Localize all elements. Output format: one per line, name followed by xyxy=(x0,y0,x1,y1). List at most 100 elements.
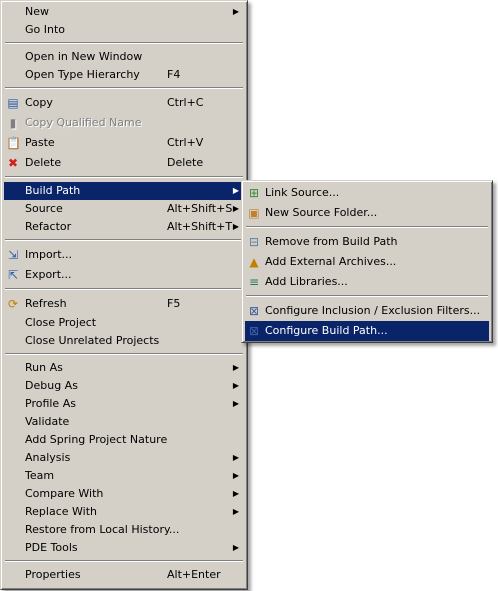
shortcut-label: Ctrl+V xyxy=(167,136,204,149)
remove-from-build-path-icon: ⊟ xyxy=(248,235,260,249)
refresh-icon: ⟳ xyxy=(7,297,19,311)
menu-item-label: Refactor xyxy=(25,220,72,233)
menu-item-open-in-new-window[interactable]: Open in New Window xyxy=(4,48,244,66)
menu-item-label: Paste xyxy=(25,136,55,149)
menu-item-label: Open in New Window xyxy=(25,50,143,63)
menu-item-copy-qualified-name: ▮ Copy Qualified Name xyxy=(4,113,244,133)
menu-item-label: Configure Build Path... xyxy=(265,324,388,337)
menu-separator xyxy=(4,173,244,182)
add-libraries-icon: ≡ xyxy=(248,275,260,289)
menu-item-label: Add Spring Project Nature xyxy=(25,433,168,446)
menu-item-label: Close Project xyxy=(25,316,97,329)
submenu-arrow-icon: ▶ xyxy=(232,186,239,195)
menu-separator xyxy=(4,557,244,566)
shortcut-label: Alt+Enter xyxy=(167,568,221,581)
submenu-arrow-icon: ▶ xyxy=(232,507,239,516)
copy-icon: ▤ xyxy=(7,96,19,110)
menu-item-configure-build-path[interactable]: ⊠ Configure Build Path... xyxy=(245,321,489,341)
menu-item-build-path[interactable]: Build Path ▶ xyxy=(4,182,244,200)
menu-item-label: Close Unrelated Projects xyxy=(25,334,160,347)
export-icon: ⇱ xyxy=(7,268,19,282)
link-source-icon: ⊞ xyxy=(248,186,260,200)
menu-item-label: Run As xyxy=(25,361,63,374)
menu-item-analysis[interactable]: Analysis ▶ xyxy=(4,449,244,467)
menu-item-label: Delete xyxy=(25,156,62,169)
submenu-arrow-icon: ▶ xyxy=(232,543,239,552)
menu-item-team[interactable]: Team ▶ xyxy=(4,467,244,485)
menu-item-label: Export... xyxy=(25,268,72,281)
menu-separator xyxy=(245,223,489,232)
menu-item-pde-tools[interactable]: PDE Tools ▶ xyxy=(4,539,244,557)
menu-item-label: New xyxy=(25,5,49,18)
menu-item-go-into[interactable]: Go Into xyxy=(4,21,244,39)
menu-item-export[interactable]: ⇱ Export... xyxy=(4,265,244,285)
menu-item-restore-from-local-history[interactable]: Restore from Local History... xyxy=(4,521,244,539)
menu-item-label: Debug As xyxy=(25,379,78,392)
submenu-arrow-icon: ▶ xyxy=(232,363,239,372)
menu-item-close-project[interactable]: Close Project xyxy=(4,314,244,332)
shortcut-label: Ctrl+C xyxy=(167,96,204,109)
menu-item-label: PDE Tools xyxy=(25,541,78,554)
menu-item-refresh[interactable]: ⟳ Refresh F5 xyxy=(4,294,244,314)
copy-qualified-name-icon: ▮ xyxy=(9,116,17,130)
menu-item-properties[interactable]: Properties Alt+Enter xyxy=(4,566,244,584)
menu-item-add-spring-project-nature[interactable]: Add Spring Project Nature xyxy=(4,431,244,449)
menu-item-label: Compare With xyxy=(25,487,104,500)
menu-item-label: Validate xyxy=(25,415,70,428)
menu-item-add-libraries[interactable]: ≡ Add Libraries... xyxy=(245,272,489,292)
menu-item-replace-with[interactable]: Replace With ▶ xyxy=(4,503,244,521)
submenu-arrow-icon: ▶ xyxy=(232,399,239,408)
menu-separator xyxy=(4,236,244,245)
menu-item-close-unrelated-projects[interactable]: Close Unrelated Projects xyxy=(4,332,244,350)
menu-item-source[interactable]: Source Alt+Shift+S ▶ xyxy=(4,200,244,218)
submenu-arrow-icon: ▶ xyxy=(232,222,239,231)
menu-item-label: New Source Folder... xyxy=(265,206,378,219)
shortcut-label: F4 xyxy=(167,68,181,81)
menu-item-label: Build Path xyxy=(25,184,81,197)
menu-item-label: Configure Inclusion / Exclusion Filters.… xyxy=(265,304,481,317)
delete-icon: ✖ xyxy=(7,156,19,170)
menu-item-new-source-folder[interactable]: ▣ New Source Folder... xyxy=(245,203,489,223)
submenu-arrow-icon: ▶ xyxy=(232,7,239,16)
menu-item-add-external-archives[interactable]: ▲ Add External Archives... xyxy=(245,252,489,272)
menu-item-delete[interactable]: ✖ Delete Delete xyxy=(4,153,244,173)
menu-separator xyxy=(4,39,244,48)
menu-item-debug-as[interactable]: Debug As ▶ xyxy=(4,377,244,395)
menu-item-new[interactable]: New ▶ xyxy=(4,3,244,21)
menu-item-validate[interactable]: Validate xyxy=(4,413,244,431)
shortcut-label: Delete xyxy=(167,156,204,169)
configure-filters-icon: ⊠ xyxy=(248,304,260,318)
menu-item-compare-with[interactable]: Compare With ▶ xyxy=(4,485,244,503)
submenu-arrow-icon: ▶ xyxy=(232,453,239,462)
build-path-submenu: ⊞ Link Source... ▣ New Source Folder... ⊟ Rem… xyxy=(241,180,493,343)
menu-item-run-as[interactable]: Run As ▶ xyxy=(4,359,244,377)
menu-item-copy[interactable]: ▤ Copy Ctrl+C xyxy=(4,93,244,113)
menu-separator xyxy=(4,285,244,294)
menu-item-label: Properties xyxy=(25,568,81,581)
new-source-folder-icon: ▣ xyxy=(248,206,260,220)
menu-item-profile-as[interactable]: Profile As ▶ xyxy=(4,395,244,413)
menu-item-label: Refresh xyxy=(25,297,67,310)
shortcut-label: Alt+Shift+T xyxy=(167,220,233,233)
menu-item-label: Remove from Build Path xyxy=(265,235,398,248)
menu-item-label: Restore from Local History... xyxy=(25,523,180,536)
shortcut-label: F5 xyxy=(167,297,181,310)
configure-build-path-icon: ⊠ xyxy=(248,324,260,338)
menu-item-paste[interactable]: 📋 Paste Ctrl+V xyxy=(4,133,244,153)
context-menu: New ▶ Go Into Open in New Window Open Type H… xyxy=(0,0,248,590)
submenu-arrow-icon: ▶ xyxy=(232,204,239,213)
menu-item-link-source[interactable]: ⊞ Link Source... xyxy=(245,183,489,203)
menu-item-label: Analysis xyxy=(25,451,71,464)
menu-item-label: Replace With xyxy=(25,505,97,518)
menu-item-import[interactable]: ⇲ Import... xyxy=(4,245,244,265)
import-icon: ⇲ xyxy=(7,248,19,262)
menu-item-remove-from-build-path[interactable]: ⊟ Remove from Build Path xyxy=(245,232,489,252)
add-external-archives-icon: ▲ xyxy=(249,255,259,269)
menu-item-configure-inclusion-exclusion-filters[interactable]: ⊠ Configure Inclusion / Exclusion Filters… xyxy=(245,301,489,321)
submenu-arrow-icon: ▶ xyxy=(232,489,239,498)
paste-icon: 📋 xyxy=(6,136,21,150)
menu-item-open-type-hierarchy[interactable]: Open Type Hierarchy F4 xyxy=(4,66,244,84)
menu-separator xyxy=(245,292,489,301)
menu-item-refactor[interactable]: Refactor Alt+Shift+T ▶ xyxy=(4,218,244,236)
menu-item-label: Link Source... xyxy=(265,186,340,199)
